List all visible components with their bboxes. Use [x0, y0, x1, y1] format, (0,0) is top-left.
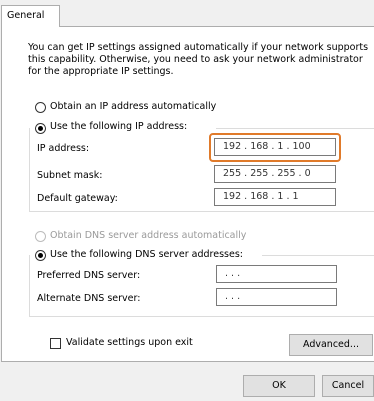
- radio-obtain-ip-auto[interactable]: [35, 102, 46, 113]
- radio-obtain-ip-auto-label: Obtain an IP address automatically: [50, 101, 217, 112]
- radio-use-following-ip[interactable]: [35, 123, 46, 134]
- default-gateway-label: Default gateway:: [37, 193, 118, 204]
- dns-group-top-line: [262, 255, 374, 256]
- alternate-dns-field[interactable]: . . .: [216, 288, 337, 306]
- radio-use-following-dns[interactable]: [35, 250, 46, 261]
- radio-obtain-dns-auto-label: Obtain DNS server address automatically: [50, 230, 247, 241]
- ip-group-bottom-line: [29, 211, 374, 212]
- radio-use-following-ip-label: Use the following IP address:: [50, 121, 188, 132]
- ip-group-top-line: [216, 128, 374, 129]
- alternate-dns-label: Alternate DNS server:: [37, 293, 141, 304]
- subnet-mask-field[interactable]: 255 . 255 . 255 . 0: [214, 165, 336, 183]
- radio-obtain-dns-auto[interactable]: [35, 231, 46, 242]
- tab-general[interactable]: General: [1, 5, 60, 27]
- preferred-dns-label: Preferred DNS server:: [37, 270, 141, 281]
- description-text: You can get IP settings assigned automat…: [28, 42, 369, 77]
- subnet-mask-label: Subnet mask:: [37, 170, 103, 181]
- cancel-button[interactable]: Cancel: [322, 375, 374, 397]
- radio-use-following-dns-label: Use the following DNS server addresses:: [50, 249, 243, 260]
- ip-address-label: IP address:: [37, 143, 90, 154]
- ip-group-left-line: [29, 128, 30, 211]
- default-gateway-field[interactable]: 192 . 168 . 1 . 1: [214, 188, 336, 206]
- validate-label: Validate settings upon exit: [66, 337, 193, 348]
- advanced-button[interactable]: Advanced...: [289, 334, 373, 356]
- dns-group-left-line: [29, 255, 30, 316]
- validate-checkbox[interactable]: [50, 338, 61, 349]
- dns-group-bottom-line: [29, 316, 374, 317]
- ok-button[interactable]: OK: [243, 375, 315, 397]
- preferred-dns-field[interactable]: . . .: [216, 265, 337, 283]
- ip-address-highlight: [209, 133, 341, 162]
- dialog-footer: [0, 362, 374, 401]
